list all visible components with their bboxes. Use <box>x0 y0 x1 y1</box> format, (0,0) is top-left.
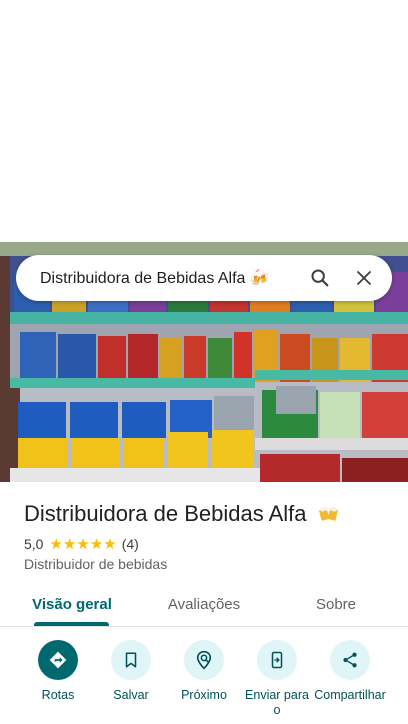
tab-reviews-label: Avaliações <box>167 595 241 613</box>
search-bar[interactable]: Distribuidora de Bebidas Alfa 🍻 <box>16 255 392 301</box>
share-button[interactable]: Compartilhar <box>311 640 389 703</box>
nearby-icon <box>184 640 224 680</box>
tab-overview-label: Visão geral <box>32 595 112 613</box>
place-title: Distribuidora de Bebidas Alfa <box>24 500 341 530</box>
share-label: Compartilhar <box>314 688 386 702</box>
bookmark-icon <box>111 640 151 680</box>
directions-icon <box>38 640 78 680</box>
rating-value: 5,0 <box>24 536 44 552</box>
tab-about[interactable]: Sobre <box>290 582 382 626</box>
directions-button[interactable]: Rotas <box>19 640 97 703</box>
tab-reviews[interactable]: Avaliações <box>156 582 252 626</box>
place-name: Distribuidora de Bebidas Alfa <box>24 501 307 526</box>
search-icon[interactable] <box>298 255 342 301</box>
share-icon <box>330 640 370 680</box>
send-to-phone-button[interactable]: Enviar para o <box>238 640 316 718</box>
place-category[interactable]: Distribuidor de bebidas <box>24 556 167 572</box>
map-blank-area <box>0 0 408 242</box>
tab-overview[interactable]: Visão geral <box>24 582 120 626</box>
place-tabs: Visão geral Avaliações Sobre <box>0 582 408 627</box>
save-label: Salvar <box>113 688 149 702</box>
review-count: (4) <box>121 536 139 552</box>
tab-active-indicator <box>34 622 109 626</box>
save-button[interactable]: Salvar <box>92 640 170 703</box>
directions-label: Rotas <box>41 688 75 702</box>
nearby-button[interactable]: Próximo <box>165 640 243 703</box>
rating-stars-icon: ★★★★★ <box>49 536 117 553</box>
close-icon[interactable] <box>342 255 386 301</box>
beer-mugs-icon <box>317 500 341 530</box>
nearby-label: Próximo <box>181 688 227 702</box>
rating-row[interactable]: 5,0 ★★★★★ (4) <box>24 535 139 553</box>
search-query-text[interactable]: Distribuidora de Bebidas Alfa 🍻 <box>40 268 298 288</box>
send-to-phone-icon <box>257 640 297 680</box>
send-to-phone-label: Enviar para o <box>245 688 309 717</box>
tab-about-label: Sobre <box>315 595 357 613</box>
